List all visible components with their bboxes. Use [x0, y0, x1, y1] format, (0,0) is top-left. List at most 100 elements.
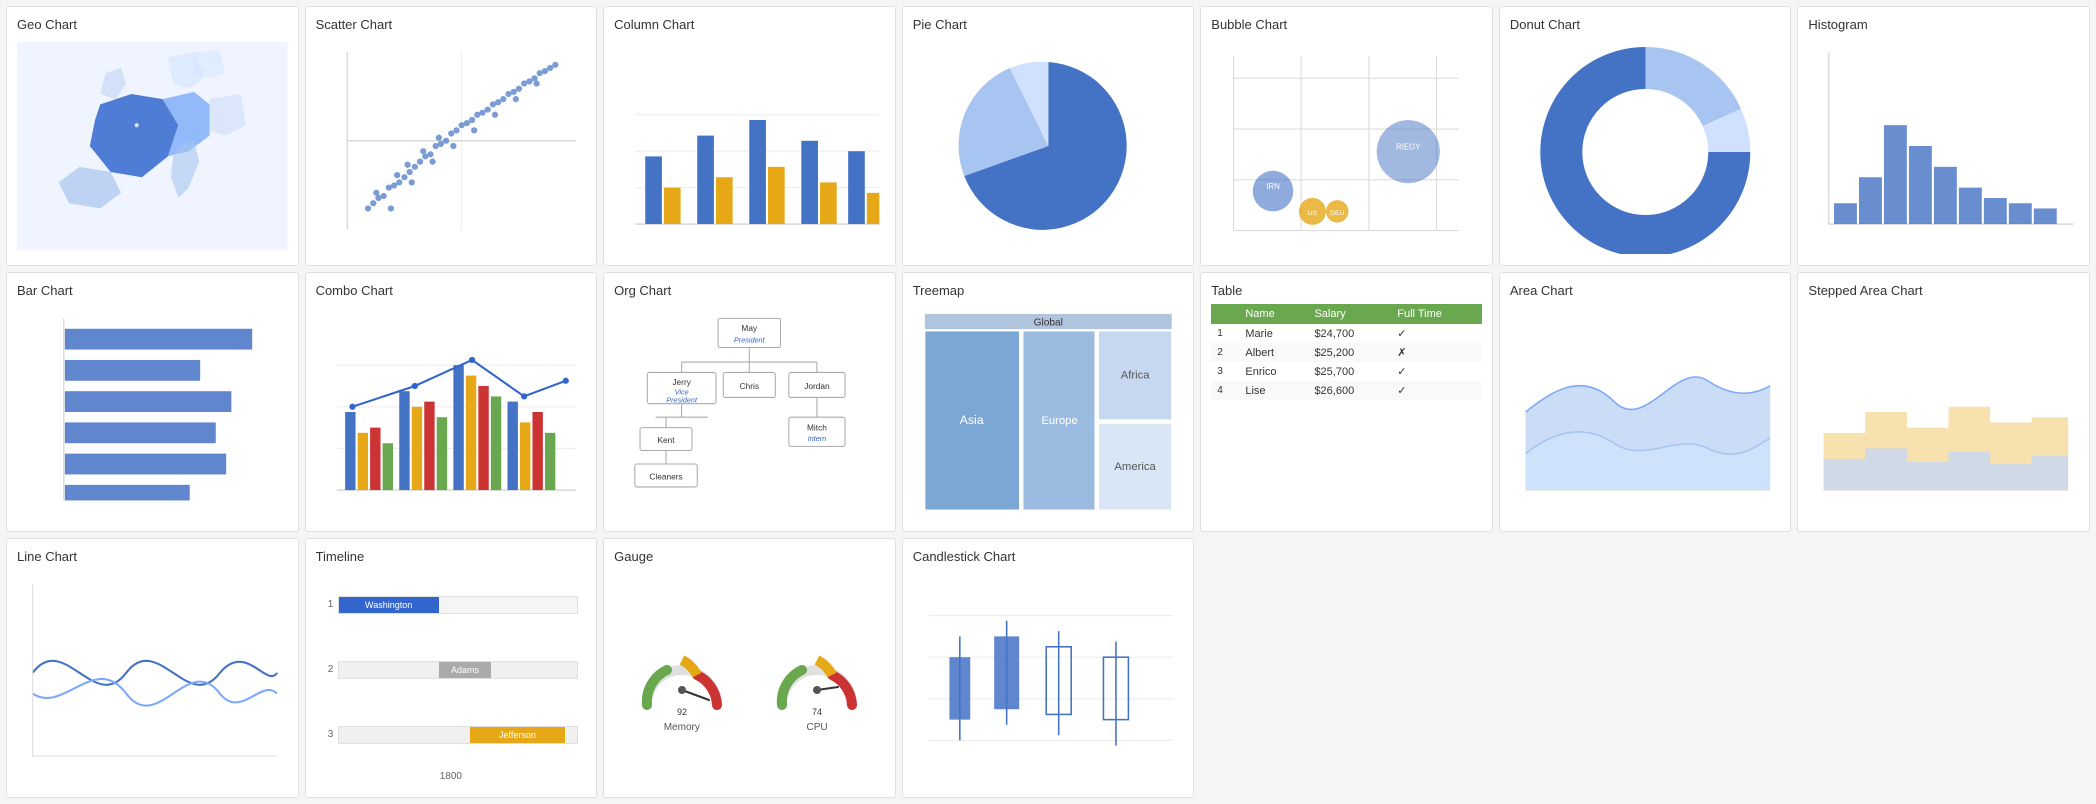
svg-text:Mitch: Mitch	[807, 423, 827, 433]
gauge-card: Gauge 92 Memory	[603, 538, 896, 798]
timeline-row-2: 2 Adams	[324, 639, 579, 700]
candlestick-svg	[913, 570, 1184, 786]
svg-text:Cleaners: Cleaners	[650, 472, 683, 482]
col-name: Name	[1239, 304, 1308, 324]
cell-salary: $25,200	[1308, 343, 1391, 362]
pie-chart-card: Pie Chart	[902, 6, 1195, 266]
table-row: 1 Marie $24,700 ✓	[1211, 324, 1482, 343]
svg-text:Jerry: Jerry	[673, 377, 692, 387]
bar-svg	[17, 304, 288, 520]
candlestick-area	[913, 570, 1184, 786]
chart-grid: Geo Chart	[6, 6, 2090, 798]
cpu-gauge: 74 CPU	[772, 645, 862, 733]
histogram-svg	[1808, 38, 2079, 254]
col-salary: Salary	[1308, 304, 1391, 324]
stepped-svg	[1808, 304, 2079, 520]
donut-chart-title: Donut Chart	[1510, 17, 1781, 32]
svg-text:Asia: Asia	[959, 413, 983, 427]
donut-chart-area	[1510, 38, 1781, 254]
treemap-svg: Global Asia Europe Africa America	[913, 304, 1184, 520]
memory-gauge-svg: 92	[637, 645, 727, 720]
cell-num: 2	[1211, 343, 1239, 362]
scatter-chart-card: Scatter Chart	[305, 6, 598, 266]
candlestick-title: Candlestick Chart	[913, 549, 1184, 564]
bar-chart-title: Bar Chart	[17, 283, 288, 298]
svg-text:Global: Global	[1033, 318, 1062, 329]
table-card: Table Name Salary Full Time 1 Marie $24,…	[1200, 272, 1493, 532]
cell-fulltime: ✓	[1391, 381, 1482, 400]
geo-chart-card: Geo Chart	[6, 6, 299, 266]
pie-chart-area	[913, 38, 1184, 254]
bubble-chart-card: Bubble Chart IRN US	[1200, 6, 1493, 266]
column-svg	[614, 38, 885, 254]
stepped-area-area	[1808, 304, 2079, 520]
combo-svg	[316, 304, 587, 520]
bar-chart-card: Bar Chart	[6, 272, 299, 532]
table-row: 3 Enrico $25,700 ✓	[1211, 362, 1482, 381]
memory-gauge: 92 Memory	[637, 645, 727, 733]
area-svg	[1510, 304, 1781, 520]
treemap-area: Global Asia Europe Africa America	[913, 304, 1184, 520]
combo-chart-title: Combo Chart	[316, 283, 587, 298]
pie-svg	[913, 38, 1184, 254]
cpu-label: CPU	[807, 722, 828, 733]
org-chart-title: Org Chart	[614, 283, 885, 298]
svg-text:74: 74	[812, 707, 822, 717]
svg-text:US: US	[1308, 210, 1318, 217]
svg-text:Africa: Africa	[1120, 370, 1150, 382]
bar-chart-area	[17, 304, 288, 520]
scatter-svg	[316, 38, 587, 254]
timeline-bar-washington: Washington	[339, 597, 439, 613]
svg-text:Jordan: Jordan	[804, 381, 830, 391]
bubble-svg: IRN US DEU RIEGY	[1211, 38, 1482, 254]
cell-salary: $24,700	[1308, 324, 1391, 343]
cpu-gauge-svg: 74	[772, 645, 862, 720]
timeline-track-3: Jefferson	[338, 726, 579, 744]
gauge-container: 92 Memory 74 CPU	[614, 570, 885, 798]
bubble-chart-area: IRN US DEU RIEGY	[1211, 38, 1482, 254]
svg-text:DEU: DEU	[1330, 210, 1344, 217]
stepped-area-title: Stepped Area Chart	[1808, 283, 2079, 298]
table-row: 2 Albert $25,200 ✗	[1211, 343, 1482, 362]
cell-name: Enrico	[1239, 362, 1308, 381]
cell-num: 4	[1211, 381, 1239, 400]
cell-name: Albert	[1239, 343, 1308, 362]
cell-fulltime: ✓	[1391, 324, 1482, 343]
col-num	[1211, 304, 1239, 324]
treemap-title: Treemap	[913, 283, 1184, 298]
cell-fulltime: ✗	[1391, 343, 1482, 362]
gauge-title: Gauge	[614, 549, 885, 564]
histogram-card: Histogram	[1797, 6, 2090, 266]
svg-text:Kent: Kent	[658, 435, 676, 445]
line-svg	[17, 570, 288, 786]
timeline-track-1: Washington	[338, 596, 579, 614]
table-container: Name Salary Full Time 1 Marie $24,700 ✓ …	[1211, 304, 1482, 532]
donut-svg	[1510, 38, 1781, 254]
timeline-card: Timeline 1 Washington 2 Adams 3 Jefferso	[305, 538, 598, 798]
timeline-row-3: 3 Jefferson	[324, 704, 579, 765]
line-chart-title: Line Chart	[17, 549, 288, 564]
histogram-area	[1808, 38, 2079, 254]
svg-text:IRN: IRN	[1267, 182, 1281, 191]
org-svg: May President Jerry Vice President Chris…	[614, 304, 885, 520]
svg-text:92: 92	[677, 707, 687, 717]
combo-chart-area	[316, 304, 587, 520]
combo-chart-card: Combo Chart	[305, 272, 598, 532]
stepped-area-card: Stepped Area Chart	[1797, 272, 2090, 532]
svg-text:Chris: Chris	[740, 381, 759, 391]
svg-text:Intern: Intern	[808, 434, 827, 443]
timeline-track-2: Adams	[338, 661, 579, 679]
cell-num: 3	[1211, 362, 1239, 381]
timeline-num-3: 3	[324, 729, 338, 740]
timeline-num-2: 2	[324, 664, 338, 675]
table-body: 1 Marie $24,700 ✓ 2 Albert $25,200 ✗ 3 E…	[1211, 324, 1482, 400]
candlestick-card: Candlestick Chart	[902, 538, 1195, 798]
svg-text:May: May	[742, 323, 759, 333]
donut-chart-card: Donut Chart	[1499, 6, 1792, 266]
cell-salary: $25,700	[1308, 362, 1391, 381]
treemap-card: Treemap Global Asia Europe Africa Americ…	[902, 272, 1195, 532]
bubble-chart-title: Bubble Chart	[1211, 17, 1482, 32]
geo-svg	[17, 38, 288, 254]
timeline-title: Timeline	[316, 549, 587, 564]
scatter-chart-area	[316, 38, 587, 254]
